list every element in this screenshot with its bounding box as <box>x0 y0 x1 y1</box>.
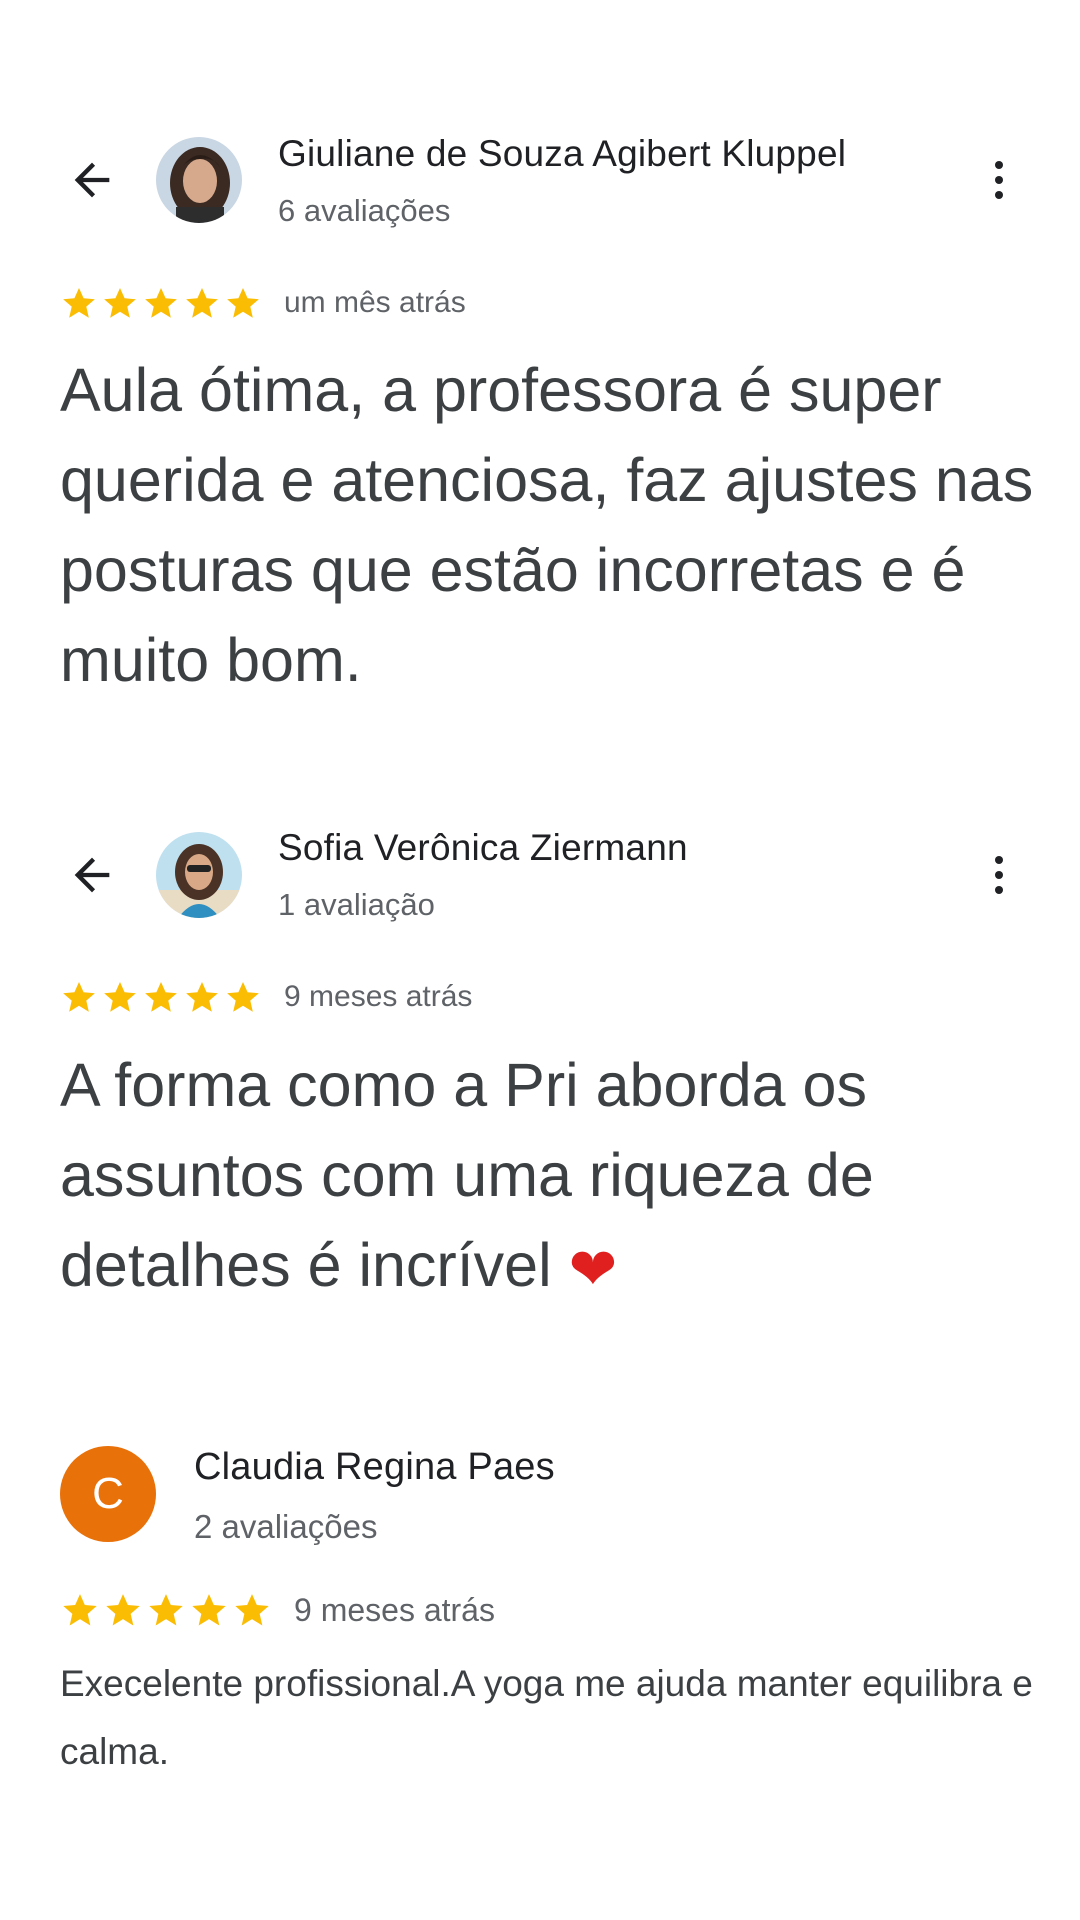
review-time: um mês atrás <box>284 286 466 319</box>
rating-row: 9 meses atrás <box>60 1590 495 1630</box>
more-options-button[interactable] <box>979 843 1019 907</box>
review-text-block: A forma como a Pri aborda os assuntos co… <box>60 1040 1060 1315</box>
review-time: 9 meses atrás <box>284 980 473 1013</box>
review-count: 1 avaliação <box>278 887 435 922</box>
back-button[interactable] <box>60 843 124 907</box>
star-icon <box>104 287 136 318</box>
star-rating <box>60 1590 272 1630</box>
star-icon <box>104 981 136 1012</box>
reviewer-name[interactable]: Sofia Verônica Ziermann <box>278 827 688 869</box>
back-button[interactable] <box>60 148 124 212</box>
profile-photo-icon <box>156 832 242 918</box>
profile-photo-icon <box>156 137 242 223</box>
star-icon <box>145 287 177 318</box>
avatar[interactable] <box>156 832 242 918</box>
more-vert-icon <box>995 856 1003 864</box>
star-icon <box>227 287 259 318</box>
review-count: 2 avaliações <box>194 1508 378 1545</box>
avatar[interactable] <box>156 137 242 223</box>
review-text: A forma como a Pri aborda os assuntos co… <box>60 1051 874 1299</box>
rating-row: 9 meses atrás <box>60 978 472 1016</box>
star-icon <box>186 287 218 318</box>
rating-row: um mês atrás <box>60 284 466 322</box>
star-icon <box>186 981 218 1012</box>
arrow-back-icon <box>74 162 110 198</box>
star-rating <box>60 978 262 1016</box>
review-time: 9 meses atrás <box>294 1591 495 1628</box>
star-icon <box>192 1594 226 1626</box>
reviewer-name[interactable]: Claudia Regina Paes <box>194 1446 555 1489</box>
heart-emoji-icon: ❤ <box>568 1236 618 1302</box>
reviewer-name[interactable]: Giuliane de Souza Agibert Kluppel <box>278 133 846 175</box>
review-text: Execelente profissional.A yoga me ajuda … <box>60 1663 1033 1772</box>
star-icon <box>227 981 259 1012</box>
star-icon <box>63 1594 97 1626</box>
star-icon <box>145 981 177 1012</box>
star-icon <box>63 981 95 1012</box>
star-icon <box>149 1594 183 1626</box>
more-options-button[interactable] <box>979 148 1019 212</box>
avatar[interactable]: C <box>60 1446 156 1542</box>
star-icon <box>106 1594 140 1626</box>
star-icon <box>235 1594 269 1626</box>
more-vert-icon <box>995 161 1003 169</box>
arrow-back-icon <box>74 857 110 893</box>
star-icon <box>63 287 95 318</box>
review-text: Aula ótima, a professora é super querida… <box>60 356 1034 694</box>
star-rating <box>60 284 262 322</box>
review-count: 6 avaliações <box>278 193 451 228</box>
